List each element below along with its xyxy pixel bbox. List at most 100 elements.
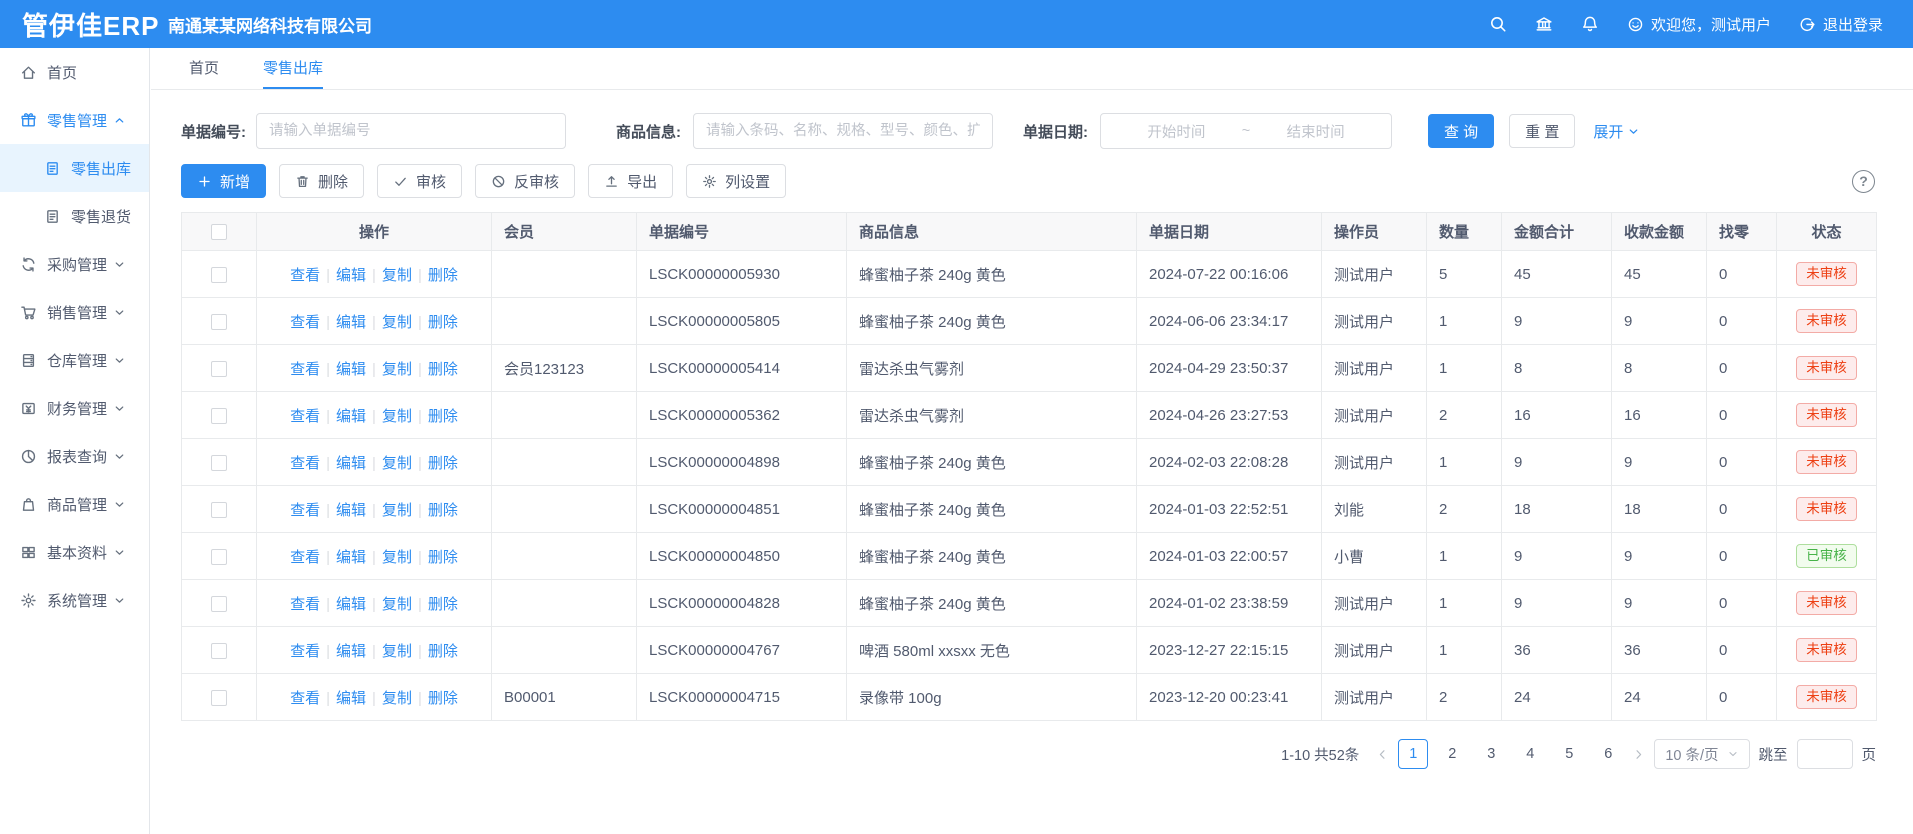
row-action-copy[interactable]: 复制 (382, 267, 412, 284)
row-checkbox[interactable] (211, 643, 227, 659)
bell-icon[interactable] (1581, 15, 1599, 33)
unaudit-button[interactable]: 反审核 (475, 164, 575, 198)
row-action-copy[interactable]: 复制 (382, 408, 412, 425)
next-page-button[interactable] (1632, 748, 1645, 761)
row-action-view[interactable]: 查看 (290, 690, 320, 707)
row-checkbox[interactable] (211, 596, 227, 612)
sidebar-item-purchase-management[interactable]: 采购管理 (0, 240, 149, 288)
column-settings-button[interactable]: 列设置 (686, 164, 786, 198)
jump-page-input[interactable] (1797, 739, 1853, 769)
page-button-1[interactable]: 1 (1398, 739, 1428, 769)
row-action-copy[interactable]: 复制 (382, 549, 412, 566)
sidebar-item-retail-management[interactable]: 零售管理 (0, 96, 149, 144)
row-action-edit[interactable]: 编辑 (336, 596, 366, 613)
row-action-delete[interactable]: 删除 (428, 502, 458, 519)
bank-icon[interactable] (1535, 15, 1553, 33)
product-info-input[interactable] (693, 113, 993, 149)
reset-button[interactable]: 重 置 (1509, 114, 1575, 148)
sidebar-item-basic-data[interactable]: 基本资料 (0, 528, 149, 576)
logout-button[interactable]: 退出登录 (1799, 14, 1883, 35)
sidebar-item-report-query[interactable]: 报表查询 (0, 432, 149, 480)
page-button-2[interactable]: 2 (1437, 739, 1467, 769)
smile-icon (1627, 16, 1644, 33)
search-icon[interactable] (1489, 15, 1507, 33)
row-checkbox[interactable] (211, 267, 227, 283)
row-checkbox[interactable] (211, 549, 227, 565)
row-checkbox[interactable] (211, 502, 227, 518)
export-button[interactable]: 导出 (588, 164, 673, 198)
row-action-edit[interactable]: 编辑 (336, 408, 366, 425)
tab-home[interactable]: 首页 (189, 48, 219, 89)
sidebar-item-home[interactable]: 首页 (0, 48, 149, 96)
sidebar-item-retail-return[interactable]: 零售退货 (0, 192, 149, 240)
row-action-delete[interactable]: 删除 (428, 361, 458, 378)
help-icon[interactable]: ? (1852, 170, 1875, 193)
table-row: 查看|编辑|复制|删除LSCK00000004828蜂蜜柚子茶 240g 黄色2… (182, 580, 1877, 627)
row-action-view[interactable]: 查看 (290, 549, 320, 566)
page-button-6[interactable]: 6 (1593, 739, 1623, 769)
row-action-view[interactable]: 查看 (290, 596, 320, 613)
row-action-edit[interactable]: 编辑 (336, 314, 366, 331)
sidebar-item-product-management[interactable]: 商品管理 (0, 480, 149, 528)
prev-page-button[interactable] (1376, 748, 1389, 761)
row-action-delete[interactable]: 删除 (428, 643, 458, 660)
page-size-select[interactable]: 10 条/页 (1654, 739, 1749, 769)
cell-received: 45 (1612, 251, 1707, 298)
row-action-delete[interactable]: 删除 (428, 596, 458, 613)
row-action-view[interactable]: 查看 (290, 361, 320, 378)
row-action-copy[interactable]: 复制 (382, 361, 412, 378)
row-checkbox[interactable] (211, 314, 227, 330)
action-separator: | (372, 596, 376, 613)
row-action-edit[interactable]: 编辑 (336, 549, 366, 566)
row-checkbox[interactable] (211, 361, 227, 377)
row-action-delete[interactable]: 删除 (428, 455, 458, 472)
row-action-copy[interactable]: 复制 (382, 455, 412, 472)
row-action-view[interactable]: 查看 (290, 455, 320, 472)
row-checkbox[interactable] (211, 455, 227, 471)
row-action-copy[interactable]: 复制 (382, 690, 412, 707)
row-action-delete[interactable]: 删除 (428, 549, 458, 566)
row-action-edit[interactable]: 编辑 (336, 690, 366, 707)
sidebar-item-finance-management[interactable]: 财务管理 (0, 384, 149, 432)
row-checkbox[interactable] (211, 408, 227, 424)
doc-no-input[interactable] (256, 113, 566, 149)
row-action-copy[interactable]: 复制 (382, 502, 412, 519)
welcome-user[interactable]: 欢迎您，测试用户 (1627, 14, 1771, 35)
page-button-3[interactable]: 3 (1476, 739, 1506, 769)
row-action-view[interactable]: 查看 (290, 502, 320, 519)
sidebar-item-warehouse-management[interactable]: 仓库管理 (0, 336, 149, 384)
row-action-delete[interactable]: 删除 (428, 314, 458, 331)
button-label: 删除 (318, 171, 348, 192)
sidebar-item-system-management[interactable]: 系统管理 (0, 576, 149, 624)
delete-button[interactable]: 删除 (279, 164, 364, 198)
row-action-view[interactable]: 查看 (290, 643, 320, 660)
row-checkbox[interactable] (211, 690, 227, 706)
expand-filters-link[interactable]: 展开 (1593, 121, 1640, 142)
button-label: 列设置 (725, 171, 770, 192)
page-button-4[interactable]: 4 (1515, 739, 1545, 769)
row-action-delete[interactable]: 删除 (428, 690, 458, 707)
add-button[interactable]: 新增 (181, 164, 266, 198)
row-action-edit[interactable]: 编辑 (336, 502, 366, 519)
row-action-edit[interactable]: 编辑 (336, 361, 366, 378)
row-action-view[interactable]: 查看 (290, 267, 320, 284)
row-action-view[interactable]: 查看 (290, 314, 320, 331)
sidebar-item-retail-outbound[interactable]: 零售出库 (0, 144, 149, 192)
sidebar-item-sales-management[interactable]: 销售管理 (0, 288, 149, 336)
row-action-copy[interactable]: 复制 (382, 643, 412, 660)
row-action-edit[interactable]: 编辑 (336, 267, 366, 284)
row-action-copy[interactable]: 复制 (382, 596, 412, 613)
search-button[interactable]: 查 询 (1428, 114, 1494, 148)
row-action-delete[interactable]: 删除 (428, 267, 458, 284)
row-actions: 查看|编辑|复制|删除 (257, 251, 492, 298)
row-action-copy[interactable]: 复制 (382, 314, 412, 331)
date-range-input[interactable]: 开始时间 ~ 结束时间 (1100, 113, 1392, 149)
row-action-edit[interactable]: 编辑 (336, 643, 366, 660)
tab-retail-outbound[interactable]: 零售出库 (263, 48, 323, 89)
row-action-edit[interactable]: 编辑 (336, 455, 366, 472)
audit-button[interactable]: 审核 (377, 164, 462, 198)
row-action-delete[interactable]: 删除 (428, 408, 458, 425)
page-button-5[interactable]: 5 (1554, 739, 1584, 769)
select-all-checkbox[interactable] (211, 224, 227, 240)
row-action-view[interactable]: 查看 (290, 408, 320, 425)
